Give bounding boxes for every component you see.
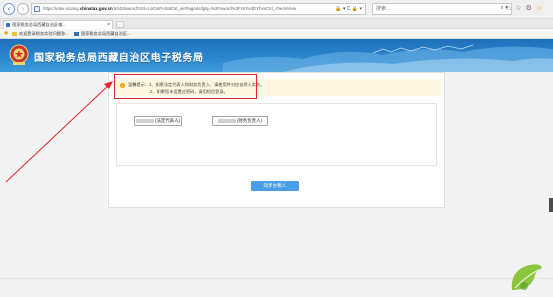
address-bar[interactable]: https://etax-xizang.chinatax.gov.cn:8443… [31,3,366,15]
browser-search-box[interactable]: ⌕ ▾ [372,3,512,15]
gear-icon[interactable]: ⚙ [526,5,536,12]
back-button[interactable]: ‹ [3,3,15,15]
site-header: 国家税务总局西藏自治区电子税务局 [0,39,553,72]
folder-icon [12,32,17,36]
address-tools[interactable]: 🔒 ▾ C 🔒 ▾ [335,6,362,12]
favorites-bar: ★ 欢迎登录税务实验问题答... 国家税务总局西藏自治区... [0,29,553,39]
close-icon[interactable]: × [107,21,110,29]
tab-title: 国家税务总局西藏自治区电... [12,22,66,27]
url-text: https://etax-xizang.chinatax.gov.cn:8443… [43,6,297,11]
annotation-highlight-box [114,74,257,99]
leaf-logo-icon [511,264,542,290]
footer-divider [0,278,553,279]
search-input[interactable] [373,4,483,14]
star-icon[interactable]: ☆ [515,5,525,12]
browser-right-icons: ⌂☆⚙☺ [507,4,547,12]
role-panel: (法定代表人) (财务负责人) [116,103,437,166]
new-tab-button[interactable] [116,21,124,28]
browser-toolbar: ‹ › https://etax-xizang.chinatax.gov.cn:… [0,0,553,19]
side-scroll-tab[interactable] [549,198,553,212]
page-icon [74,32,79,36]
site-title: 国家税务总局西藏自治区电子税务局 [34,53,204,64]
smiley-icon[interactable]: ☺ [536,5,547,12]
tab-strip: 国家税务总局西藏自治区电... × [0,19,553,29]
tab-favicon [6,23,10,27]
favorite-link-1[interactable]: 欢迎登录税务实验问题答... [12,30,69,38]
tax-emblem-icon [9,44,29,65]
redacted-name [218,118,237,123]
browser-tab[interactable]: 国家税务总局西藏自治区电... × [3,20,113,29]
forward-button[interactable]: › [17,3,29,15]
legal-representative-button[interactable]: (法定代表人) [134,116,182,126]
finance-officer-button[interactable]: (财务负责人) [212,116,268,126]
favorite-link-2[interactable]: 国家税务总局西藏自治区... [74,30,131,38]
page-icon [34,6,40,12]
sync-tax-handler-button[interactable]: 同步办税人 [251,181,299,191]
great-wall-banner [223,44,553,72]
favorites-star-icon[interactable]: ★ [3,29,9,38]
redacted-name [136,118,155,123]
